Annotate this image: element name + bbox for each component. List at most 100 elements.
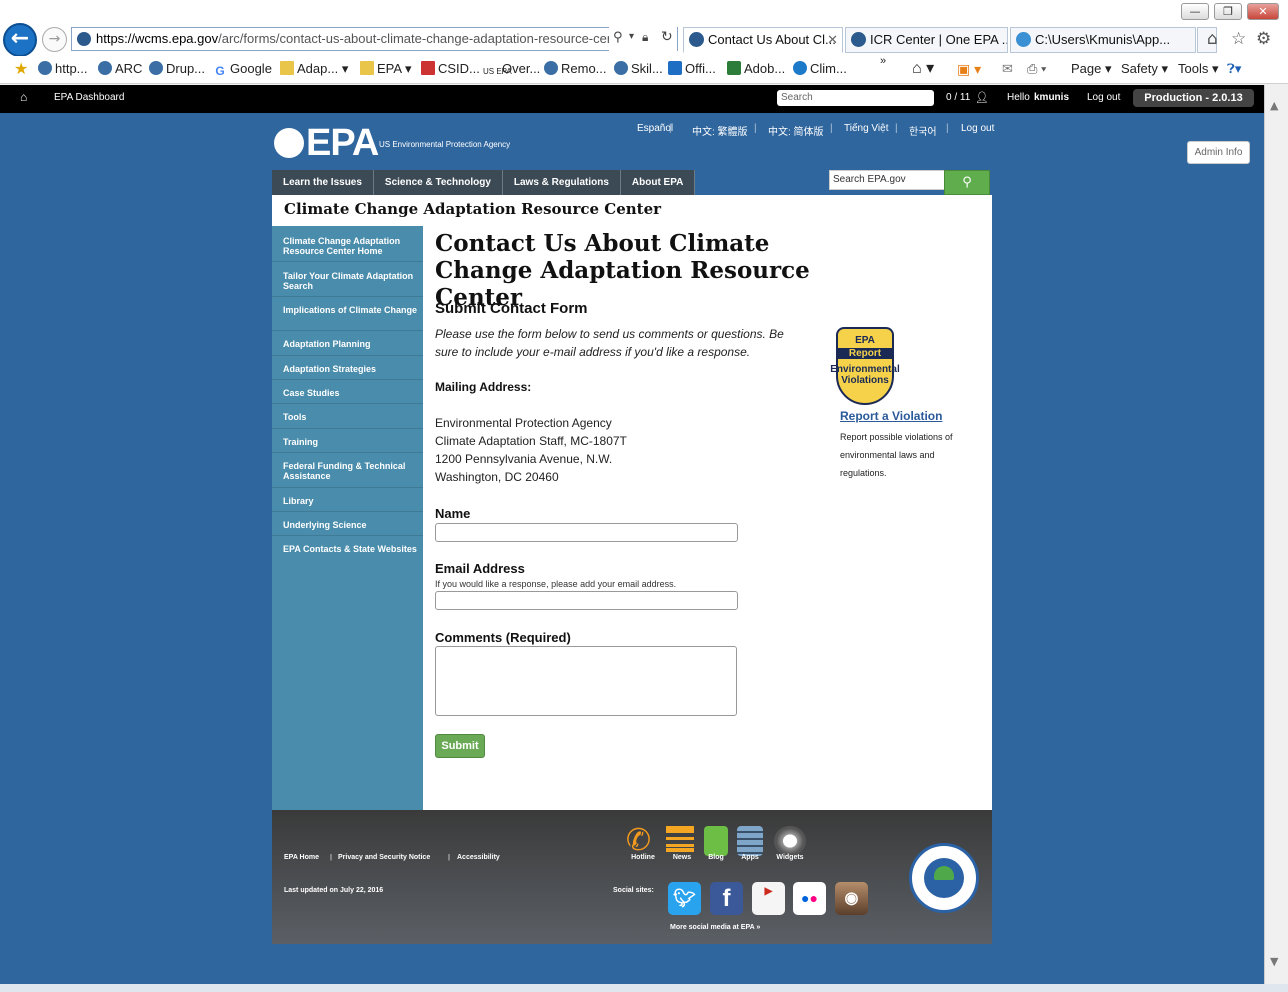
dropdown-icon[interactable]: ▾	[629, 31, 634, 42]
sidebar-item-library[interactable]: Library	[272, 488, 423, 512]
sidebar-item-adaptation-planning[interactable]: Adaptation Planning	[272, 331, 423, 356]
site-search-button[interactable]: ⚲	[944, 170, 990, 195]
epa-seal-icon[interactable]	[909, 843, 979, 913]
mail-icon[interactable]: ✉	[1002, 61, 1013, 77]
fav-item[interactable]: ARC	[98, 61, 142, 76]
blog-icon[interactable]	[704, 826, 728, 856]
back-button[interactable]: ←	[3, 23, 37, 57]
lang-vietnamese[interactable]: Tiếng Việt	[844, 123, 888, 134]
home-icon[interactable]: ⌂	[20, 90, 27, 104]
fav-item[interactable]: Offi...	[668, 61, 716, 76]
tab-local-file[interactable]: C:\Users\Kmunis\App...	[1010, 27, 1196, 53]
nav-about-epa[interactable]: About EPA	[621, 170, 696, 195]
more-favorites-icon[interactable]: »	[880, 55, 886, 67]
tab-contact-us[interactable]: Contact Us About Cl... ✕	[683, 27, 843, 53]
forward-button[interactable]: →	[42, 27, 67, 52]
address-line: Climate Adaptation Staff, MC-1807T	[435, 434, 627, 448]
header-logout-link[interactable]: Log out	[961, 123, 994, 134]
comments-textarea[interactable]	[435, 646, 737, 716]
home-icon[interactable]: ⌂	[1207, 29, 1218, 49]
restore-button[interactable]: ❐	[1214, 3, 1242, 20]
facebook-icon[interactable]: f	[710, 882, 743, 915]
site-search-input[interactable]: Search EPA.gov	[829, 170, 945, 190]
home-icon[interactable]: ⌂ ▾	[912, 58, 934, 78]
sidebar-item-implications[interactable]: Implications of Climate Change	[272, 297, 423, 331]
nav-learn-issues[interactable]: Learn the Issues	[272, 170, 374, 195]
address-bar[interactable]: https://wcms.epa.gov/arc/forms/contact-u…	[71, 27, 678, 51]
sidebar-item-home[interactable]: Climate Change Adaptation Resource Cente…	[272, 226, 423, 262]
logout-link[interactable]: Log out	[1087, 92, 1120, 103]
environment-badge[interactable]: Production - 2.0.13	[1133, 89, 1254, 107]
safety-menu[interactable]: Safety ▾	[1121, 61, 1168, 77]
help-icon[interactable]: ❓︎▾	[1227, 61, 1241, 77]
page-menu[interactable]: Page ▾	[1071, 61, 1112, 77]
fav-item[interactable]: Remo...	[544, 61, 607, 76]
gear-icon[interactable]: ⚙	[1256, 29, 1271, 49]
lang-chinese-simplified[interactable]: 中文: 简体版	[768, 123, 824, 138]
email-input[interactable]	[435, 591, 738, 610]
fav-item[interactable]: Drup...	[149, 61, 205, 76]
report-violations-badge-icon[interactable]: EPA Report Environmental Violations	[830, 327, 900, 405]
print-icon[interactable]: ⎙ ▾	[1027, 61, 1046, 77]
fav-item[interactable]: Clim...	[793, 61, 847, 76]
fav-item[interactable]: G Google	[213, 61, 272, 78]
minimize-button[interactable]: —	[1181, 3, 1209, 20]
instagram-icon[interactable]: ◉	[835, 882, 868, 915]
sidebar-item-tailor-search[interactable]: Tailor Your Climate Adaptation Search	[272, 262, 423, 297]
fav-item[interactable]: Adob...	[727, 61, 785, 76]
lang-chinese-traditional[interactable]: 中文: 繁體版	[692, 123, 748, 138]
fav-folder[interactable]: EPA ▾	[360, 61, 411, 77]
sidebar-item-federal-funding[interactable]: Federal Funding & Technical Assistance	[272, 453, 423, 488]
more-social-link[interactable]: More social media at EPA »	[670, 924, 760, 931]
sidebar-item-adaptation-strategies[interactable]: Adaptation Strategies	[272, 356, 423, 380]
dashboard-link[interactable]: EPA Dashboard	[54, 92, 124, 103]
favorites-star-icon[interactable]: ☆	[1231, 29, 1246, 49]
report-violation-link[interactable]: Report a Violation	[840, 409, 942, 423]
name-input[interactable]	[435, 523, 738, 542]
sidebar-item-tools[interactable]: Tools	[272, 404, 423, 429]
favorites-add-icon[interactable]: ★	[14, 59, 28, 79]
sidebar-item-underlying-science[interactable]: Underlying Science	[272, 512, 423, 536]
news-icon[interactable]	[666, 826, 694, 852]
footer-link-privacy[interactable]: Privacy and Security Notice	[338, 854, 430, 861]
tools-menu[interactable]: Tools ▾	[1178, 61, 1219, 77]
lock-icon[interactable]: 🔒︎	[642, 30, 648, 45]
admin-search-input[interactable]: Search	[777, 90, 934, 106]
fav-item[interactable]: US EPAOver...	[483, 61, 540, 76]
footer-link-accessibility[interactable]: Accessibility	[457, 854, 500, 861]
search-icon: ⚲	[962, 175, 972, 190]
sidebar-item-case-studies[interactable]: Case Studies	[272, 380, 423, 404]
tab-icr-center[interactable]: ICR Center | One EPA ...	[845, 27, 1008, 53]
twitter-icon[interactable]: 🐦︎	[668, 882, 701, 915]
search-icon[interactable]: ⚲	[613, 30, 623, 45]
youtube-icon[interactable]: ▶	[752, 882, 785, 915]
lang-espanol[interactable]: Español	[637, 123, 673, 134]
vertical-scrollbar[interactable]: ▲ ▼	[1264, 85, 1288, 992]
flickr-icon[interactable]: ●●	[793, 882, 826, 915]
fav-item[interactable]: CSID...	[421, 61, 480, 76]
refresh-icon[interactable]: ↻	[661, 29, 673, 45]
username[interactable]: kmunis	[1034, 92, 1069, 103]
site-name[interactable]: Climate Change Adaptation Resource Cente…	[284, 200, 661, 218]
close-tab-icon[interactable]: ✕	[827, 28, 838, 52]
submit-button[interactable]: Submit	[435, 734, 485, 758]
scroll-up-icon[interactable]: ▲	[1270, 99, 1278, 112]
admin-info-button[interactable]: Admin Info	[1187, 141, 1250, 164]
notification-count[interactable]: 0 / 11	[946, 92, 970, 103]
fav-item[interactable]: http...	[38, 61, 88, 76]
close-window-button[interactable]: ✕	[1247, 3, 1279, 20]
sidebar-item-training[interactable]: Training	[272, 429, 423, 453]
hotline-phone-icon[interactable]: ✆	[626, 826, 660, 856]
fav-folder[interactable]: Adap... ▾	[280, 61, 348, 77]
lang-korean[interactable]: 한국어	[909, 123, 937, 138]
footer-link-epa-home[interactable]: EPA Home	[284, 854, 319, 861]
epa-logo[interactable]: EPA	[274, 122, 379, 165]
nav-laws-regulations[interactable]: Laws & Regulations	[503, 170, 621, 195]
scroll-down-icon[interactable]: ▼	[1270, 955, 1278, 968]
nav-science-technology[interactable]: Science & Technology	[374, 170, 503, 195]
widgets-icon[interactable]	[774, 826, 806, 856]
rss-icon[interactable]: ▣ ▾	[957, 61, 981, 78]
fav-item[interactable]: Skil...	[614, 61, 663, 76]
apps-icon[interactable]	[737, 826, 763, 856]
sidebar-item-epa-contacts[interactable]: EPA Contacts & State Websites	[272, 536, 423, 572]
